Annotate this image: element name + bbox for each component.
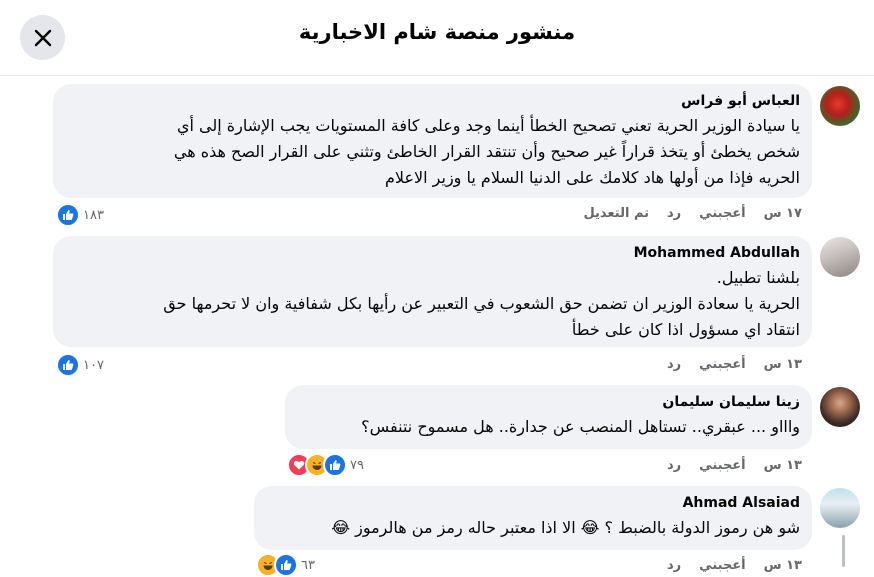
like-reaction-icon bbox=[323, 453, 347, 477]
like-reaction-icon bbox=[56, 203, 80, 227]
comment-time[interactable]: ١٣ س bbox=[764, 558, 802, 573]
like-button[interactable]: أعجبني bbox=[699, 206, 745, 221]
comment-line: الحريه فإذا من أولها هاد كلامك على الدني… bbox=[385, 168, 800, 187]
comment-text: شو هن رموز الدولة بالضبط ؟ 😂 الا اذا معت… bbox=[266, 515, 800, 541]
comment-time[interactable]: ١٧ س bbox=[764, 206, 802, 221]
edited-label: تم التعديل bbox=[583, 206, 650, 221]
comment-line: يا سيادة الوزير الحرية تعني تصحيح الخطأ … bbox=[176, 116, 800, 135]
like-button[interactable]: أعجبني bbox=[699, 357, 745, 372]
reaction-count: ١٨٣ bbox=[83, 207, 104, 223]
reaction-icons bbox=[256, 553, 298, 577]
reply-button[interactable]: رد bbox=[667, 357, 681, 372]
reaction-summary[interactable]: ١٠٧ bbox=[56, 353, 104, 377]
like-reaction-icon bbox=[274, 553, 298, 577]
avatar[interactable] bbox=[820, 387, 860, 427]
avatar[interactable] bbox=[820, 86, 860, 126]
comment-bubble: Ahmad Alsaiad شو هن رموز الدولة بالضبط ؟… bbox=[254, 486, 812, 550]
comment-text: بلشنا تطبيل. الحرية يا سعادة الوزير ان ت… bbox=[65, 265, 800, 343]
comment-line: شو هن رموز الدولة بالضبط ؟ 😂 الا اذا معت… bbox=[331, 518, 800, 537]
avatar[interactable] bbox=[820, 237, 860, 277]
comment-bubble: زينا سليمان سليمان واااو ... عبقري.. تست… bbox=[285, 385, 812, 449]
comment-line: بلشنا تطبيل. bbox=[716, 268, 800, 287]
comment-bubble: العباس أبو فراس يا سيادة الوزير الحرية ت… bbox=[53, 84, 812, 198]
reaction-count: ٦٣ bbox=[301, 557, 315, 573]
like-button[interactable]: أعجبني bbox=[699, 458, 745, 473]
dialog-title: منشور منصة شام الاخبارية bbox=[298, 20, 576, 44]
comment-actions: ١٣ س أعجبني رد bbox=[667, 357, 802, 372]
comment-time[interactable]: ١٣ س bbox=[764, 458, 802, 473]
comment-actions: ١٣ س أعجبني رد bbox=[667, 558, 802, 573]
comment-author[interactable]: زينا سليمان سليمان bbox=[297, 393, 800, 412]
reaction-summary[interactable]: ٦٣ bbox=[256, 553, 315, 577]
reply-button[interactable]: رد bbox=[667, 206, 681, 221]
reply-button[interactable]: رد bbox=[667, 458, 681, 473]
like-button[interactable]: أعجبني bbox=[699, 558, 745, 573]
comment-line: انتقاد اي مسؤول اذا كان على خطأ bbox=[571, 320, 800, 339]
comment-actions: ١٣ س أعجبني رد bbox=[667, 458, 802, 473]
comment-bubble: Mohammed Abdullah بلشنا تطبيل. الحرية يا… bbox=[53, 236, 812, 347]
comment-line: شخص يخطئ أو يتخذ قراراً غير صحيح وأن تنت… bbox=[173, 142, 800, 161]
avatar[interactable] bbox=[820, 488, 860, 528]
comment-text: واااو ... عبقري.. تستاهل المنصب عن جدارة… bbox=[297, 414, 800, 440]
scrollbar[interactable] bbox=[842, 535, 845, 567]
comment-line: الحرية يا سعادة الوزير ان تضمن حق الشعوب… bbox=[163, 294, 800, 313]
reply-button[interactable]: رد bbox=[667, 558, 681, 573]
comment-author[interactable]: Mohammed Abdullah bbox=[65, 244, 800, 263]
reaction-summary[interactable]: ١٨٣ bbox=[56, 203, 104, 227]
like-reaction-icon bbox=[56, 353, 80, 377]
reaction-icons bbox=[287, 453, 347, 477]
reaction-count: ١٠٧ bbox=[83, 357, 104, 373]
comment-author[interactable]: Ahmad Alsaiad bbox=[266, 494, 800, 513]
comment-author[interactable]: العباس أبو فراس bbox=[65, 92, 800, 111]
comment-actions: ١٧ س أعجبني رد تم التعديل bbox=[583, 206, 802, 221]
comment-line: واااو ... عبقري.. تستاهل المنصب عن جدارة… bbox=[361, 417, 800, 436]
dialog-header: منشور منصة شام الاخبارية bbox=[0, 0, 874, 76]
reaction-summary[interactable]: ٧٩ bbox=[287, 453, 364, 477]
comment-text: يا سيادة الوزير الحرية تعني تصحيح الخطأ … bbox=[65, 113, 800, 191]
reaction-count: ٧٩ bbox=[350, 457, 364, 473]
comment-time[interactable]: ١٣ س bbox=[764, 357, 802, 372]
